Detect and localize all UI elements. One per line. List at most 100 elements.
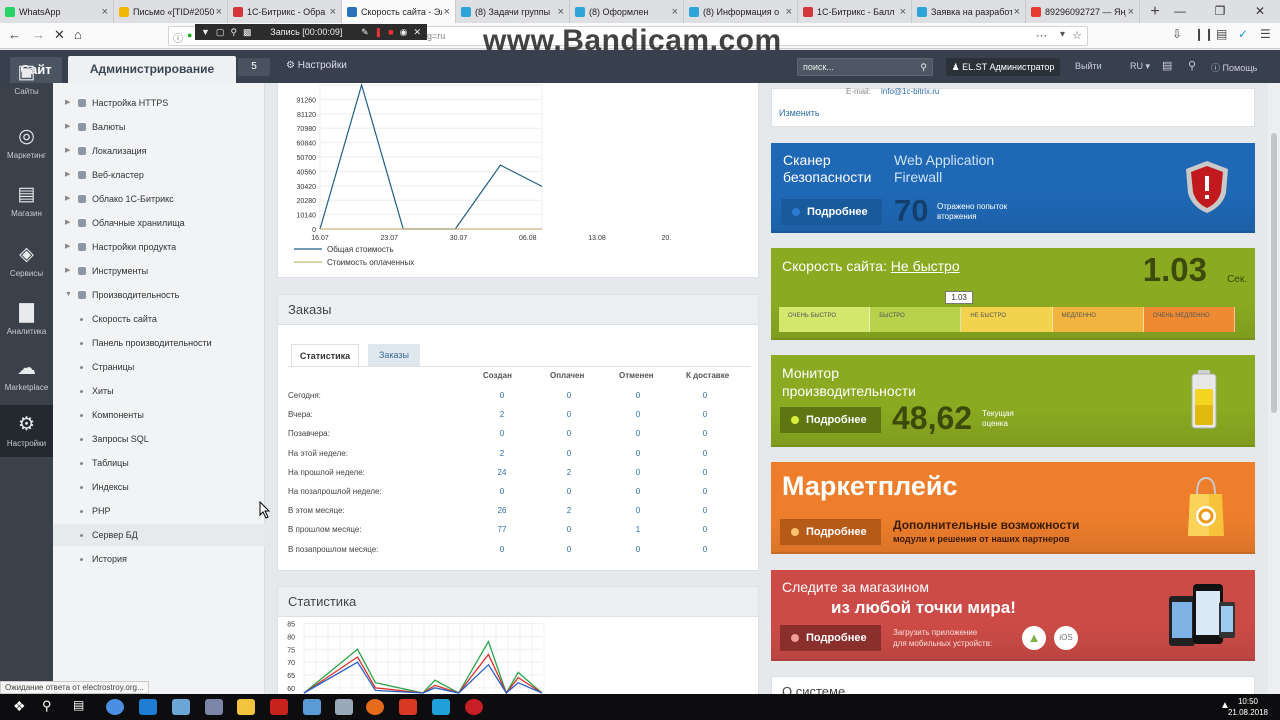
chevron-right-icon[interactable]: ▶ <box>65 188 70 210</box>
stop-icon[interactable]: ✕ <box>54 27 65 43</box>
pin-icon[interactable]: ⚲ <box>1188 59 1196 72</box>
notifications-button[interactable]: 5 <box>238 58 270 76</box>
browser-tab[interactable]: Письмо «[TID#2050 × <box>114 0 228 23</box>
chevron-right-icon[interactable]: ▶ <box>65 92 70 114</box>
info-icon[interactable]: ⓘ <box>173 30 183 45</box>
file-explorer-icon[interactable] <box>237 699 255 715</box>
bookmark-star-icon[interactable]: ☆ <box>1072 29 1082 42</box>
rail-item-gear[interactable]: ⚙ Настройки <box>0 405 53 457</box>
help-link[interactable]: ⓘ Помощь <box>1211 61 1257 74</box>
menu-icon[interactable]: ☰ <box>1260 27 1271 41</box>
tree-item[interactable]: Компоненты <box>53 404 265 426</box>
android-icon[interactable]: ▲ <box>1022 626 1046 650</box>
browser-tab[interactable]: 1С-Битрикс - Обра × <box>228 0 342 23</box>
order-count-link[interactable]: 0 <box>487 487 517 496</box>
tab-close-icon[interactable]: × <box>1128 6 1134 18</box>
security-more-button[interactable]: Подробнее <box>781 199 882 225</box>
order-count-link[interactable]: 0 <box>690 525 720 534</box>
forward-icon[interactable]: → <box>32 27 45 42</box>
page-scrollbar[interactable] <box>1268 83 1280 694</box>
minimize-icon[interactable]: — <box>1160 0 1200 23</box>
logout-link[interactable]: Выйти <box>1075 61 1102 71</box>
tree-item[interactable]: Хиты <box>53 380 265 402</box>
order-count-link[interactable]: 0 <box>623 545 653 554</box>
tree-item[interactable]: ▶ Инструменты <box>53 260 265 282</box>
rail-item-cloud[interactable]: ☁ Marketplace <box>0 349 53 401</box>
tree-item[interactable]: Таблицы <box>53 452 265 474</box>
order-count-link[interactable]: 0 <box>554 391 584 400</box>
order-count-link[interactable]: 77 <box>487 525 517 534</box>
order-count-link[interactable]: 2 <box>487 410 517 419</box>
edge-icon[interactable] <box>139 699 157 715</box>
order-count-link[interactable]: 0 <box>690 410 720 419</box>
tree-item[interactable]: Запросы SQL <box>53 428 265 450</box>
filezilla-icon[interactable] <box>270 699 288 715</box>
order-count-link[interactable]: 0 <box>690 468 720 477</box>
order-count-link[interactable]: 0 <box>623 506 653 515</box>
tab-close-icon[interactable]: × <box>672 6 678 18</box>
task-view-icon[interactable]: ▤ <box>73 698 84 712</box>
order-count-link[interactable]: 1 <box>623 525 653 534</box>
recorder-stop-icon[interactable]: ■ <box>388 27 393 37</box>
tab-administration[interactable]: Администрирование <box>68 56 236 83</box>
order-count-link[interactable]: 0 <box>623 391 653 400</box>
order-count-link[interactable]: 0 <box>623 468 653 477</box>
tab-close-icon[interactable]: × <box>444 6 450 18</box>
winamp-icon[interactable] <box>399 699 417 715</box>
order-count-link[interactable]: 0 <box>554 525 584 534</box>
chevron-right-icon[interactable]: ▶ <box>65 116 70 138</box>
speed-status-link[interactable]: Не быстро <box>891 258 960 274</box>
tab-close-icon[interactable]: × <box>786 6 792 18</box>
order-count-link[interactable]: 0 <box>554 449 584 458</box>
library-icon[interactable]: ❙❙ <box>1194 27 1214 41</box>
chevron-right-icon[interactable]: ▶ <box>65 212 70 234</box>
tab-close-icon[interactable]: × <box>1014 6 1020 18</box>
tree-item[interactable]: ▶ Настройки продукта <box>53 236 265 258</box>
tree-item[interactable]: ▶ Локализация <box>53 140 265 162</box>
chevron-right-icon[interactable]: ▶ <box>65 236 70 258</box>
rail-item-basket[interactable]: ▤ Магазин <box>0 175 53 227</box>
tree-item[interactable]: Скорость сайта <box>53 308 265 330</box>
order-count-link[interactable]: 0 <box>554 429 584 438</box>
tab-close-icon[interactable]: × <box>102 6 108 18</box>
search-icon[interactable]: ⚲ <box>920 59 927 75</box>
chrome-icon[interactable] <box>106 699 124 715</box>
tab-close-icon[interactable]: × <box>558 6 564 18</box>
more-actions-icon[interactable]: ⋯ <box>1036 29 1047 42</box>
tab-close-icon[interactable]: × <box>900 6 906 18</box>
order-count-link[interactable]: 24 <box>487 468 517 477</box>
order-count-link[interactable]: 0 <box>690 506 720 515</box>
recorder-close-icon[interactable]: ✕ <box>413 27 421 38</box>
tree-item[interactable]: Страницы <box>53 356 265 378</box>
chevron-right-icon[interactable]: ▶ <box>65 164 70 186</box>
chevron-down-icon[interactable]: ▼ <box>65 284 72 306</box>
tab-statistics[interactable]: Статистика <box>291 344 359 366</box>
tree-item[interactable]: ▶ Облако 1С-Битрикс <box>53 188 265 210</box>
pocket-icon[interactable]: ▾ <box>1060 29 1065 40</box>
mobile-more-button[interactable]: Подробнее <box>780 625 881 651</box>
extension-icon[interactable]: ✓ <box>1238 27 1248 41</box>
skype-icon[interactable] <box>432 699 450 715</box>
user-menu-button[interactable]: ♟ EL.ST Администратор <box>946 58 1060 76</box>
settings-link[interactable]: ⚙ Настройки <box>286 60 347 71</box>
rail-item-sites[interactable]: ▣ Сайты <box>0 53 53 105</box>
scrollbar-thumb[interactable] <box>1271 133 1277 413</box>
bandicam-icon[interactable] <box>465 699 483 715</box>
favorites-icon[interactable]: ▤ <box>1162 59 1172 72</box>
tree-item[interactable]: Панель производительности <box>53 332 265 354</box>
order-count-link[interactable]: 2 <box>554 506 584 515</box>
recorder-window-icon[interactable]: ▢ <box>216 27 225 38</box>
tree-item[interactable]: ▼ Производительность <box>53 284 265 306</box>
tree-item[interactable]: Индексы <box>53 476 265 498</box>
rail-item-target[interactable]: ◎ Маркетинг <box>0 117 53 169</box>
order-count-link[interactable]: 0 <box>623 487 653 496</box>
tree-item[interactable]: ▶ Облачные хранилища <box>53 212 265 234</box>
market-more-button[interactable]: Подробнее <box>780 519 881 545</box>
order-count-link[interactable]: 0 <box>690 391 720 400</box>
recorder-camera-icon[interactable]: ◉ <box>400 27 408 38</box>
tree-item[interactable]: ▶ Валюты <box>53 116 265 138</box>
tree-item[interactable]: Сервер БД <box>53 524 265 546</box>
browser-tab[interactable]: 1С-Битрикс - Балл × <box>798 0 912 23</box>
tree-item[interactable]: ▶ Веб-кластер <box>53 164 265 186</box>
order-count-link[interactable]: 0 <box>554 410 584 419</box>
